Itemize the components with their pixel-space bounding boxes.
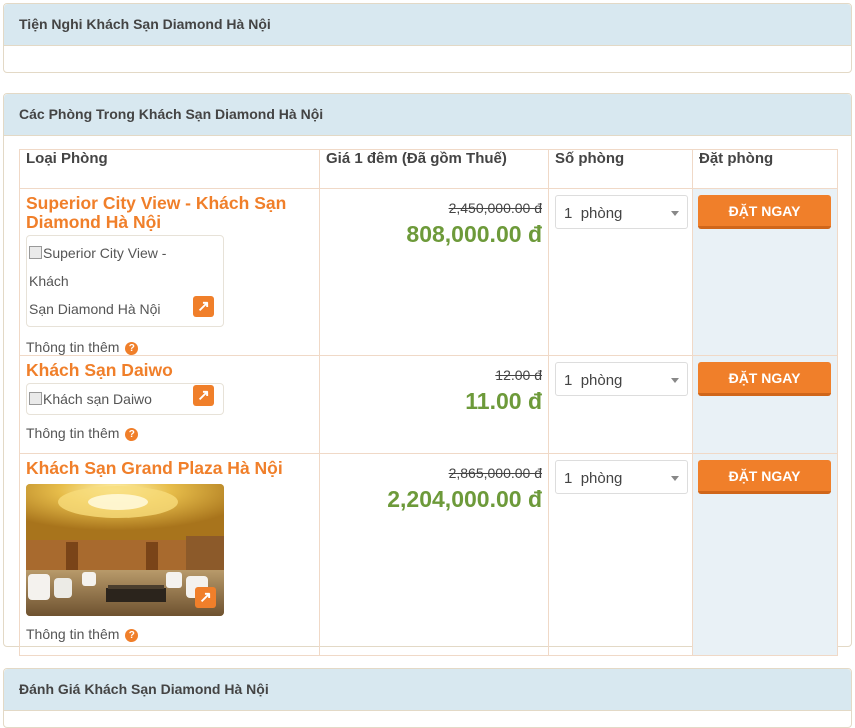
more-info-link[interactable]: Thông tin thêm ? — [26, 626, 313, 642]
book-cell: ĐẶT NGAY — [692, 355, 838, 454]
price-cell: 12.00 đ 11.00 đ — [319, 355, 549, 454]
broken-image-icon — [29, 246, 42, 259]
room-info-cell: Khách Sạn Daiwo Khách sạn Daiwo ↗ Thông … — [19, 355, 320, 454]
book-now-button[interactable]: ĐẶT NGAY — [698, 195, 831, 229]
book-cell: ĐẶT NGAY — [692, 188, 838, 356]
room-name-link[interactable]: Superior City View - Khách Sạn Diamond H… — [26, 194, 313, 232]
table-header-row: Loại Phòng Giá 1 đêm (Đã gồm Thuế) Số ph… — [19, 149, 838, 189]
room-image[interactable]: Superior City View - Khách Sạn Diamond Hà… — [26, 235, 224, 327]
new-price: 2,204,000.00 đ — [387, 486, 542, 512]
broken-image-icon — [29, 392, 42, 405]
old-price: 2,865,000.00 đ — [448, 465, 542, 481]
caret-down-icon — [671, 476, 679, 481]
reviews-title: Đánh Giá Khách Sạn Diamond Hà Nội — [4, 669, 851, 711]
qty-cell: 1 phòng — [548, 188, 693, 356]
book-now-button[interactable]: ĐẶT NGAY — [698, 460, 831, 494]
header-room-type: Loại Phòng — [19, 149, 320, 189]
book-now-button[interactable]: ĐẶT NGAY — [698, 362, 831, 396]
new-price: 808,000.00 đ — [406, 221, 542, 247]
qty-cell: 1 phòng — [548, 453, 693, 656]
room-info-cell: Khách Sạn Grand Plaza Hà Nội ↗ Thông tin… — [19, 453, 320, 656]
header-qty: Số phòng — [548, 149, 693, 189]
room-image[interactable]: Khách sạn Daiwo ↗ — [26, 383, 224, 415]
room-name-link[interactable]: Khách Sạn Daiwo — [26, 361, 313, 380]
old-price: 12.00 đ — [495, 367, 542, 383]
expand-arrow-icon[interactable]: ↗ — [193, 385, 214, 406]
old-price: 2,450,000.00 đ — [448, 200, 542, 216]
room-name-link[interactable]: Khách Sạn Grand Plaza Hà Nội — [26, 459, 313, 478]
question-icon: ? — [125, 629, 139, 642]
room-qty-select[interactable]: 1 phòng — [555, 195, 688, 229]
caret-down-icon — [671, 211, 679, 216]
table-row: Superior City View - Khách Sạn Diamond H… — [19, 188, 838, 356]
new-price: 11.00 đ — [465, 388, 542, 414]
room-qty-select[interactable]: 1 phòng — [555, 460, 688, 494]
expand-arrow-icon[interactable]: ↗ — [195, 587, 216, 608]
price-cell: 2,865,000.00 đ 2,204,000.00 đ — [319, 453, 549, 656]
rooms-title: Các Phòng Trong Khách Sạn Diamond Hà Nội — [4, 94, 851, 136]
question-icon: ? — [125, 342, 139, 355]
room-info-cell: Superior City View - Khách Sạn Diamond H… — [19, 188, 320, 356]
room-qty-select[interactable]: 1 phòng — [555, 362, 688, 396]
more-info-link[interactable]: Thông tin thêm ? — [26, 425, 313, 441]
room-photo[interactable]: ↗ — [26, 484, 224, 616]
reviews-panel: Đánh Giá Khách Sạn Diamond Hà Nội — [3, 668, 852, 728]
question-icon: ? — [125, 428, 139, 441]
rooms-table: Loại Phòng Giá 1 đêm (Đã gồm Thuế) Số ph… — [19, 149, 838, 656]
amenities-title: Tiện Nghi Khách Sạn Diamond Hà Nội — [4, 4, 851, 46]
more-info-link[interactable]: Thông tin thêm ? — [26, 339, 313, 355]
qty-cell: 1 phòng — [548, 355, 693, 454]
header-price: Giá 1 đêm (Đã gồm Thuế) — [319, 149, 549, 189]
header-book: Đặt phòng — [692, 149, 838, 189]
amenities-panel: Tiện Nghi Khách Sạn Diamond Hà Nội — [3, 3, 852, 73]
rooms-panel: Các Phòng Trong Khách Sạn Diamond Hà Nội… — [3, 93, 852, 656]
expand-arrow-icon[interactable]: ↗ — [193, 296, 214, 317]
table-row: Khách Sạn Grand Plaza Hà Nội ↗ Thông tin… — [19, 453, 838, 656]
price-cell: 2,450,000.00 đ 808,000.00 đ — [319, 188, 549, 356]
book-cell: ĐẶT NGAY — [692, 453, 838, 656]
table-row: Khách Sạn Daiwo Khách sạn Daiwo ↗ Thông … — [19, 355, 838, 454]
caret-down-icon — [671, 378, 679, 383]
